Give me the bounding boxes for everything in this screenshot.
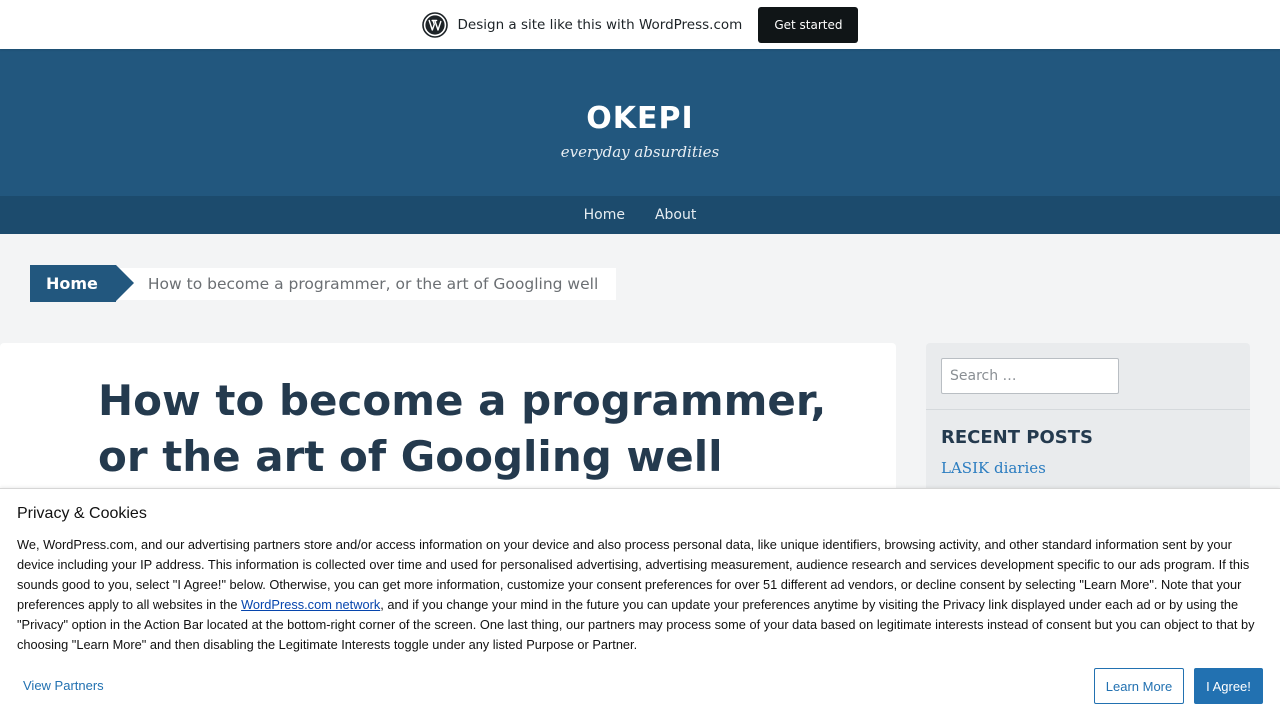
post-title: How to become a programmer, or the art o… — [98, 376, 827, 481]
promo-text[interactable]: Design a site like this with WordPress.c… — [458, 17, 743, 33]
search-widget — [926, 343, 1250, 410]
get-started-button[interactable]: Get started — [758, 6, 859, 43]
cookie-banner-title: Privacy & Cookies — [17, 505, 147, 522]
site-description: everyday absurdities — [560, 143, 720, 161]
wordpress-promo-bar: Design a site like this with WordPress.c… — [0, 0, 1280, 49]
cookie-banner-text: We, WordPress.com, and our advertising p… — [17, 535, 1262, 655]
breadcrumb: Home How to become a programmer, or the … — [30, 265, 617, 302]
recent-posts-title: RECENT POSTS — [941, 427, 1093, 448]
site-header: OKEPI everyday absurdities — [0, 49, 1280, 196]
breadcrumb-home-link[interactable]: Home — [30, 265, 134, 302]
wordpress-logo-icon[interactable] — [421, 11, 448, 38]
privacy-cookie-banner: Privacy & Cookies We, WordPress.com, and… — [0, 488, 1280, 720]
main-navigation: Home About — [0, 196, 1280, 234]
wordpress-network-link[interactable]: WordPress.com network — [241, 597, 380, 612]
nav-item-about[interactable]: About — [655, 207, 696, 223]
breadcrumb-current: How to become a programmer, or the art o… — [115, 267, 617, 300]
recent-posts-list: LASIK diaries — [941, 458, 1235, 479]
view-partners-link[interactable]: View Partners — [23, 678, 104, 693]
i-agree-button[interactable]: I Agree! — [1194, 668, 1263, 704]
nav-item-home[interactable]: Home — [584, 207, 625, 223]
site-title[interactable]: OKEPI — [0, 101, 1280, 136]
search-input[interactable] — [941, 358, 1119, 394]
recent-post-link[interactable]: LASIK diaries — [941, 458, 1235, 479]
learn-more-button[interactable]: Learn More — [1094, 668, 1184, 704]
